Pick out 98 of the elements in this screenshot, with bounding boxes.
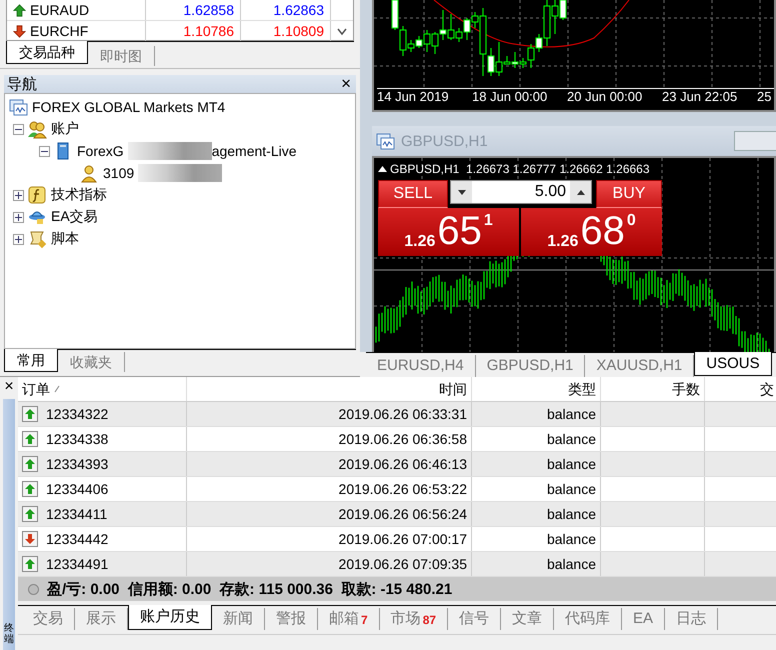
close-button[interactable]: × <box>4 379 14 395</box>
column-header[interactable]: 时间 <box>187 377 472 401</box>
sell-button[interactable]: SELL <box>378 180 448 208</box>
price-pips: 65 <box>437 208 482 254</box>
axis-label: 23 Jun 22:05 <box>662 89 738 106</box>
table-cell-text: 12334491 <box>46 555 108 574</box>
ask-price: 1.62863 <box>241 0 331 20</box>
status-dot-icon <box>28 584 39 594</box>
collapse-icon[interactable] <box>39 146 50 156</box>
chart-window-icon <box>9 98 28 116</box>
expand-icon[interactable] <box>13 212 24 222</box>
down-arrow-icon <box>13 24 26 38</box>
table-cell-text: 12334322 <box>46 405 108 424</box>
tree-item[interactable]: agement-Live <box>212 143 297 159</box>
price-prefix: 1.26 <box>547 233 578 251</box>
tab[interactable]: 代码库 <box>554 608 622 630</box>
close-button[interactable]: × <box>339 76 353 92</box>
price-fraction: 0 <box>626 212 636 230</box>
collapse-arrow-icon[interactable] <box>378 166 387 172</box>
tree-item[interactable]: 账户 <box>51 120 79 138</box>
tree-item[interactable]: FOREX GLOBAL Markets MT4 <box>32 99 226 115</box>
column-header[interactable]: 交 <box>705 377 776 401</box>
tab[interactable]: 常用 <box>4 349 58 372</box>
chart-header: GBPUSD,H1 1.26673 1.26777 1.26662 1.26663 <box>390 162 650 176</box>
tab[interactable]: 市场 87 <box>380 608 448 630</box>
person-icon <box>80 164 99 182</box>
bid-price: 1.62858 <box>146 0 241 20</box>
table-cell-text: 12334338 <box>46 430 108 449</box>
up-arrow-icon <box>22 406 38 422</box>
scroll-icon <box>28 230 47 248</box>
collapse-icon[interactable] <box>13 124 24 134</box>
table-cell: 2019.06.26 06:33:31 <box>187 402 472 426</box>
axis-label: 25 <box>757 89 772 106</box>
up-arrow-icon <box>22 506 38 522</box>
symbol-name: EURAUD <box>30 1 90 20</box>
table-cell: 2019.06.26 06:36:58 <box>187 427 472 451</box>
panel-title: 导航 <box>7 74 37 94</box>
table-cell-text: 12334406 <box>46 480 108 499</box>
tab[interactable]: 交易 <box>22 608 75 630</box>
symbol-name: EURCHF <box>30 22 88 41</box>
tree-item[interactable]: 脚本 <box>51 230 79 248</box>
tree-item[interactable]: EA交易 <box>51 208 98 226</box>
expand-icon[interactable] <box>13 190 24 200</box>
up-arrow-icon <box>22 556 38 572</box>
tab[interactable]: 新闻 <box>212 608 265 630</box>
chart-window-icon <box>376 132 395 150</box>
expand-icon[interactable] <box>13 234 24 244</box>
table-cell: balance <box>472 552 601 576</box>
up-arrow-icon <box>22 481 38 497</box>
down-arrow-icon <box>22 531 38 547</box>
tab[interactable]: 账户历史 <box>128 605 212 630</box>
tree-item[interactable]: 3109 <box>103 165 134 181</box>
table-cell: balance <box>472 427 601 451</box>
column-header[interactable]: 订单 <box>18 377 187 401</box>
price-pips: 68 <box>580 208 625 254</box>
tab[interactable]: 交易品种 <box>6 41 88 64</box>
tab[interactable]: 收藏夹 <box>58 352 125 372</box>
axis-label: 18 Jun 00:00 <box>472 89 548 106</box>
price-fraction: 1 <box>484 212 493 230</box>
sort-icon <box>54 385 60 393</box>
tab[interactable]: 日志 <box>665 608 718 630</box>
table-cell-text: 12334442 <box>46 530 108 549</box>
table-cell: 2019.06.26 07:09:35 <box>187 552 472 576</box>
table-cell: balance <box>472 402 601 426</box>
up-arrow-icon <box>22 456 38 472</box>
column-header[interactable]: 手数 <box>601 377 705 401</box>
tab[interactable]: 即时图 <box>88 46 155 66</box>
window-title: GBPUSD,H1 <box>401 132 488 150</box>
axis-label: 20 Jun 00:00 <box>567 89 644 106</box>
tab[interactable]: EA <box>622 608 666 630</box>
up-arrow-icon <box>13 4 26 16</box>
table-cell: balance <box>472 502 601 526</box>
table-cell-text: 12334411 <box>46 505 108 524</box>
table-cell: 2019.06.26 06:53:22 <box>187 477 472 501</box>
people-icon <box>28 120 47 138</box>
summary-text: 盈/亏: 0.00 信用额: 0.00 存款: 115 000.36 取款: -15 480.21 <box>47 580 452 598</box>
function-icon <box>28 186 47 204</box>
panel-title: 终端 <box>4 623 14 645</box>
column-header[interactable]: 类型 <box>472 377 601 401</box>
scroll-down-icon[interactable] <box>337 28 347 36</box>
table-cell: 2019.06.26 06:56:24 <box>187 502 472 526</box>
tab[interactable]: 文章 <box>501 608 554 630</box>
up-arrow-icon <box>22 431 38 447</box>
tab[interactable]: USOUS <box>694 352 772 376</box>
table-cell: balance <box>472 527 601 551</box>
axis-label: 14 Jun 2019 <box>377 89 450 106</box>
table-cell-text: 12334393 <box>46 455 108 474</box>
table-cell: balance <box>472 477 601 501</box>
table-cell: balance <box>472 452 601 476</box>
tab[interactable]: 信号 <box>448 608 502 630</box>
tree-item[interactable]: ForexG <box>77 143 124 159</box>
tab[interactable]: 警报 <box>265 608 318 630</box>
tab[interactable]: 邮箱 7 <box>318 608 380 630</box>
tree-item[interactable]: 技术指标 <box>51 186 107 204</box>
table-cell: 2019.06.26 07:00:17 <box>187 527 472 551</box>
buy-button[interactable]: BUY <box>596 180 662 208</box>
table-cell: 2019.06.26 06:46:13 <box>187 452 472 476</box>
price-prefix: 1.26 <box>404 233 436 251</box>
